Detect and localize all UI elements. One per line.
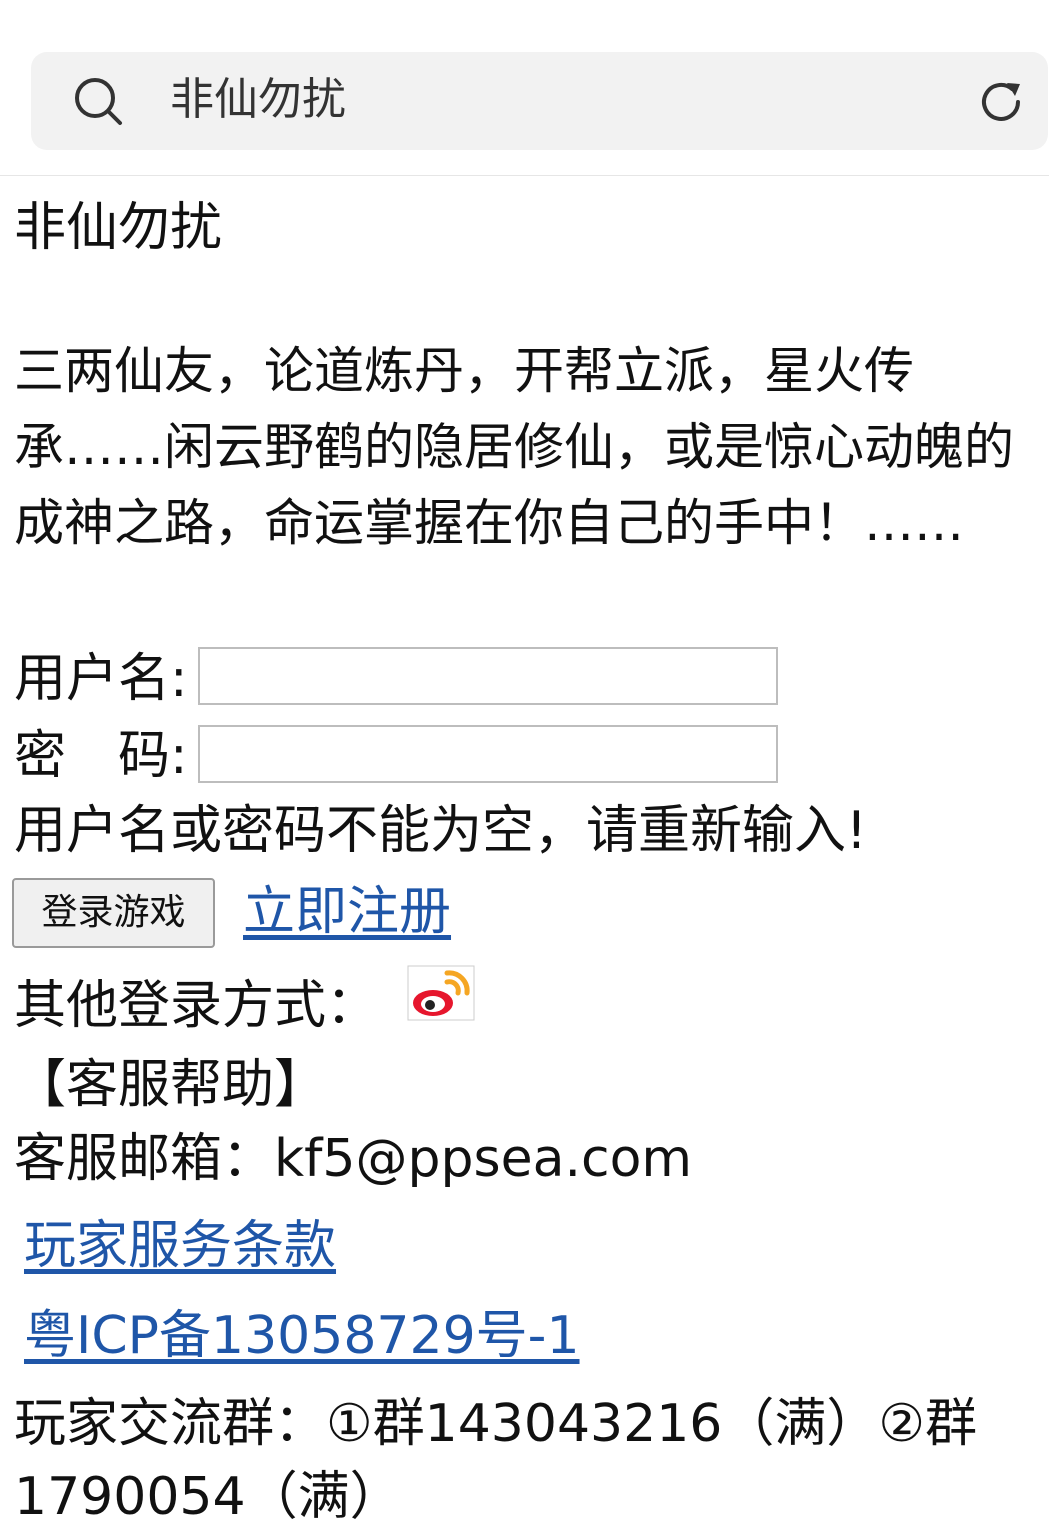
page-title: 非仙勿扰 — [14, 198, 223, 258]
login-button[interactable]: 登录游戏 — [12, 878, 215, 948]
search-input[interactable]: 非仙勿扰 — [170, 70, 346, 130]
password-field[interactable] — [198, 725, 778, 783]
support-email: 客服邮箱：kf5@ppsea.com — [14, 1129, 693, 1189]
register-link[interactable]: 立即注册 — [243, 874, 451, 950]
error-message: 用户名或密码不能为空，请重新输入! — [14, 801, 867, 861]
password-label: 密 码: — [14, 726, 188, 786]
game-description: 三两仙友，论道炼丹，开帮立派，星火传承……闲云野鹤的隐居修仙，或是惊心动魄的成神… — [14, 342, 1014, 552]
username-field[interactable] — [198, 647, 778, 705]
refresh-icon[interactable] — [974, 75, 1028, 129]
groups-line-2: 1790054（满） — [14, 1467, 402, 1527]
weibo-icon[interactable] — [407, 965, 475, 1021]
other-login-label: 其他登录方式： — [14, 976, 379, 1036]
search-icon[interactable] — [72, 75, 124, 127]
icp-link[interactable]: 粤ICP备13058729号-1 — [24, 1298, 580, 1374]
username-label: 用户名: — [14, 649, 188, 709]
support-title: 【客服帮助】 — [14, 1055, 327, 1115]
terms-link[interactable]: 玩家服务条款 — [24, 1208, 336, 1284]
groups-line-1: 玩家交流群：①群143043216（满）②群 — [14, 1394, 977, 1454]
